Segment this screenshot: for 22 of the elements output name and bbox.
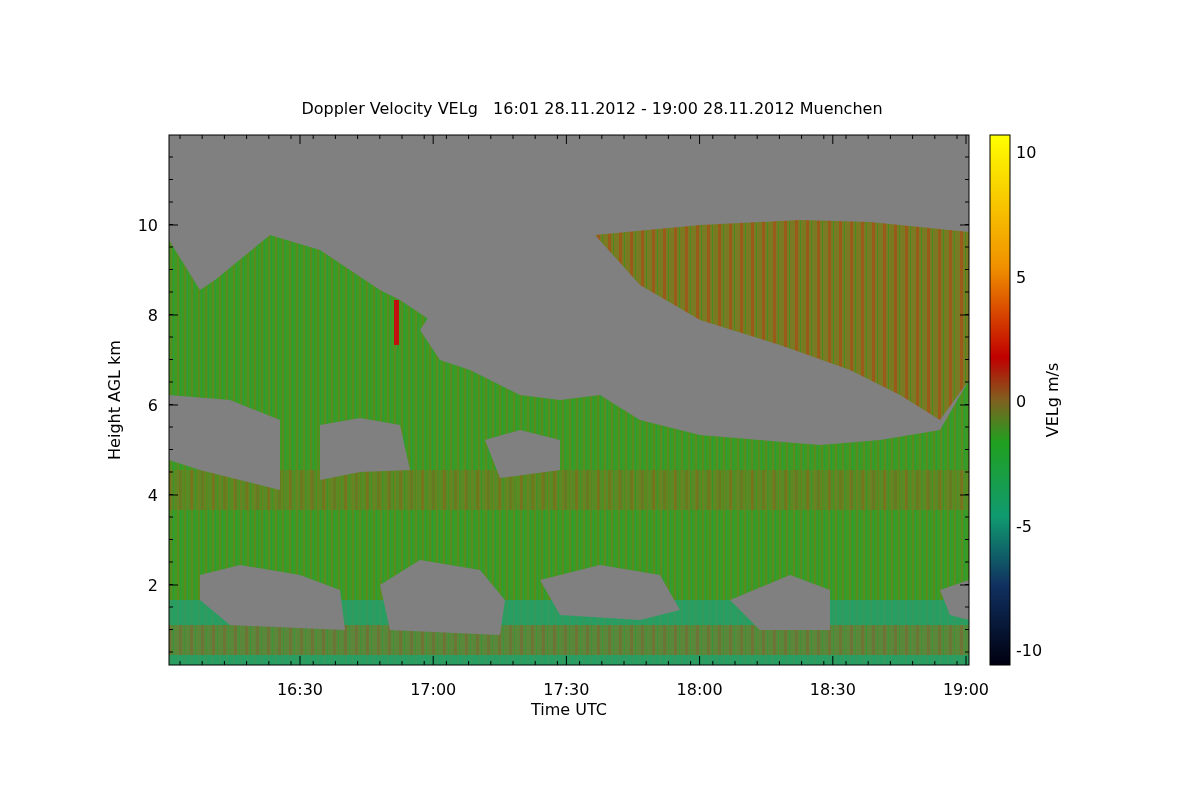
- colorbar-tick-label: -5: [1016, 516, 1032, 536]
- colorbar-tick-label: 10: [1016, 143, 1037, 162]
- chart-title: Doppler Velocity VELg 16:01 28.11.2012 - 19:00 28.11.2012 Muenchen: [301, 99, 883, 118]
- colorbar-label: VELg m/s: [1043, 362, 1062, 438]
- gap-region: [940, 580, 969, 620]
- y-axis-label: Height AGL km: [105, 340, 124, 460]
- colorbar-tick-label: 0: [1016, 392, 1027, 411]
- y-tick-label: 6: [147, 396, 158, 415]
- x-axis-label: Time UTC: [531, 700, 607, 719]
- y-tick-label: 2: [147, 576, 158, 595]
- x-tick-label: 17:00: [410, 680, 457, 699]
- y-tick-label: 4: [147, 486, 158, 505]
- colorbar-tick-label: -10: [1016, 641, 1043, 660]
- x-tick-label: 18:30: [809, 680, 856, 699]
- x-tick-label: 16:30: [276, 680, 324, 699]
- colorbar-tick-label: 5: [1016, 267, 1027, 287]
- y-tick-label: 8: [147, 306, 158, 325]
- y-tick-label: 10: [137, 216, 158, 235]
- x-tick-label: 18:00: [676, 680, 723, 699]
- x-tick-label: 17:30: [543, 680, 590, 699]
- x-tick-label: 19:00: [942, 680, 990, 699]
- echo-streak: [394, 300, 399, 345]
